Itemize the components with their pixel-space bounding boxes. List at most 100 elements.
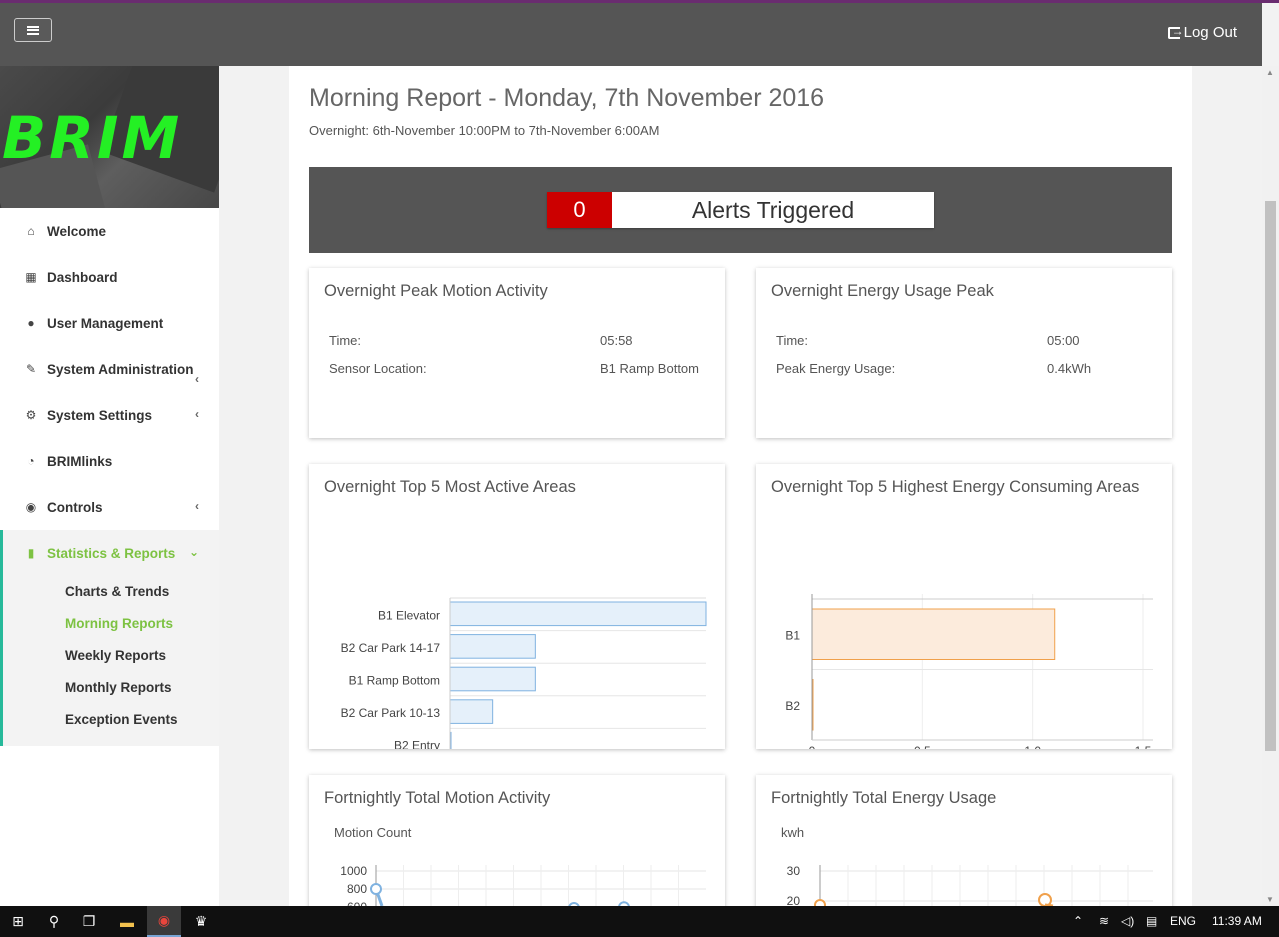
alerts-summary: 0 Alerts Triggered — [547, 192, 934, 228]
sidebar-item-statistics-reports[interactable]: ▮ Statistics & Reports ⌄ — [3, 530, 219, 576]
subnav-item-morning-reports[interactable]: Morning Reports — [3, 608, 219, 640]
time-value: 05:00 — [1047, 333, 1080, 348]
menu-toggle-button[interactable] — [14, 18, 52, 42]
x-tick-label: 0.5 — [914, 744, 931, 749]
y-tick-label: B2 Car Park 14-17 — [341, 641, 441, 655]
sidebar-nav: ⌂ Welcome ▦ Dashboard ● User Management … — [0, 208, 219, 746]
page-title: Morning Report - Monday, 7th November 20… — [309, 84, 825, 112]
bar — [449, 666, 536, 692]
wifi-icon[interactable]: ≋ — [1099, 914, 1109, 928]
bar — [811, 608, 1056, 660]
page-subtitle: Overnight: 6th-November 10:00PM to 7th-N… — [309, 123, 660, 138]
time-value: 05:58 — [600, 333, 633, 348]
sidebar-item-welcome[interactable]: ⌂ Welcome — [0, 208, 219, 254]
sidebar-item-label: Welcome — [47, 223, 107, 239]
subnav-item-monthly-reports[interactable]: Monthly Reports — [3, 672, 219, 704]
data-point — [370, 883, 382, 895]
time-label: Time: — [329, 333, 362, 348]
sidebar: BRIM ⌂ Welcome ▦ Dashboard ● User Manage… — [0, 66, 219, 906]
sidebar-item-label: User Management — [47, 315, 164, 331]
scroll-up-arrow-icon[interactable]: ▲ — [1266, 68, 1274, 77]
sidebar-subnav: Charts & Trends Morning Reports Weekly R… — [3, 576, 219, 746]
peak-energy-card: Overnight Energy Usage Peak Time: 05:00 … — [756, 268, 1172, 438]
peak-energy-label: Peak Energy Usage: — [776, 361, 896, 376]
logout-label: Log Out — [1183, 24, 1237, 41]
sidebar-item-label: System Administration — [47, 361, 194, 377]
sensor-location-label: Sensor Location: — [329, 361, 427, 376]
rss-icon: ◔ — [27, 454, 35, 468]
bar — [449, 601, 707, 627]
users-icon: ● — [27, 316, 35, 330]
file-explorer-icon[interactable]: ▬ — [112, 906, 142, 937]
x-tick-label: 0 — [809, 744, 816, 749]
sidebar-group-statistics: ▮ Statistics & Reports ⌄ Charts & Trends… — [0, 530, 219, 746]
sidebar-item-system-administration[interactable]: ✎ System Administration ‹ — [0, 346, 219, 392]
y-tick-label: 30 — [787, 864, 801, 878]
y-tick-label: B2 Car Park 10-13 — [341, 706, 441, 720]
sidebar-item-brimlinks[interactable]: ◔ BRIMlinks — [0, 438, 219, 484]
subnav-item-weekly-reports[interactable]: Weekly Reports — [3, 640, 219, 672]
y-tick-label: B2 Entry — [394, 739, 440, 749]
sidebar-item-dashboard[interactable]: ▦ Dashboard — [0, 254, 219, 300]
y-tick-label: B2 — [785, 699, 800, 713]
sidebar-item-label: Statistics & Reports — [47, 545, 176, 561]
card-title: Overnight Peak Motion Activity — [324, 282, 548, 300]
fortnight-motion-chart: Motion Count1000800600 — [334, 825, 706, 906]
bar — [449, 699, 494, 724]
sidebar-item-label: System Settings — [47, 407, 153, 423]
report-panel: Morning Report - Monday, 7th November 20… — [289, 66, 1192, 915]
x-tick-label: 1.0 — [1024, 744, 1041, 749]
active-areas-chart: B1 Elevator B2 Car Park 14-17 B1 Ramp Bott… — [341, 597, 707, 749]
chevron-up-icon[interactable]: ⌃ — [1073, 914, 1083, 928]
energy-areas-card: Overnight Top 5 Highest Energy Consuming… — [756, 464, 1172, 749]
logo-text: BRIM — [2, 104, 183, 172]
gears-icon: ⚙ — [25, 408, 37, 422]
notification-icon[interactable]: ▤ — [1146, 914, 1157, 928]
volume-icon[interactable]: ◁) — [1121, 914, 1134, 928]
y-tick-label: 800 — [347, 882, 367, 896]
bar-chart-icon: ▮ — [27, 546, 35, 560]
alerts-label: Alerts Triggered — [691, 196, 855, 223]
chevron-left-icon: ‹ — [195, 407, 199, 421]
y-axis-label: Motion Count — [334, 825, 412, 840]
fortnight-energy-chart: kwh 30 20 — [781, 825, 1153, 906]
fortnight-motion-card: Fortnightly Total Motion Activity Motion… — [309, 775, 725, 915]
brand-logo: BRIM — [0, 66, 219, 208]
sidebar-item-controls[interactable]: ◉ Controls ‹ — [0, 484, 219, 530]
language-indicator[interactable]: ENG — [1170, 914, 1196, 928]
bar — [449, 634, 536, 659]
energy-areas-chart: 00.51.01.5B1B2kwh — [785, 594, 1153, 749]
alerts-count-badge: 0 — [547, 192, 612, 228]
chevron-left-icon: ‹ — [195, 372, 199, 386]
active-areas-card: Overnight Top 5 Most Active Areas B1 Ele… — [309, 464, 725, 749]
scroll-down-arrow-icon[interactable]: ▼ — [1266, 895, 1274, 904]
home-icon: ⌂ — [27, 224, 35, 238]
sidebar-item-label: Dashboard — [47, 269, 118, 285]
sensor-location-value: B1 Ramp Bottom — [600, 361, 699, 376]
y-axis-label: kwh — [781, 825, 804, 840]
windows-start-icon[interactable]: ⊞ — [8, 906, 28, 937]
subnav-item-exception-events[interactable]: Exception Events — [3, 704, 219, 736]
peak-motion-card: Overnight Peak Motion Activity Time: 05:… — [309, 268, 725, 438]
app-crown-icon[interactable]: ♛ — [186, 906, 216, 937]
windows-taskbar: ⊞ ⚲ ❐ ▬ ◉ ♛ ⌃ ≋ ◁) ▤ ENG 11:39 AM — [0, 906, 1279, 937]
page-scrollbar[interactable]: ▲ ▼ — [1262, 66, 1279, 906]
hamburger-icon — [27, 25, 39, 35]
sidebar-item-label: Controls — [47, 499, 103, 515]
chrome-icon[interactable]: ◉ — [147, 906, 181, 937]
y-tick-label: B1 Ramp Bottom — [349, 674, 440, 688]
sidebar-item-system-settings[interactable]: ⚙ System Settings ‹ — [0, 392, 219, 438]
sign-out-icon — [1167, 24, 1184, 39]
time-label: Time: — [776, 333, 809, 348]
alerts-band: 0 Alerts Triggered — [309, 167, 1172, 253]
logout-button[interactable]: Log Out — [1167, 24, 1237, 41]
scroll-thumb[interactable] — [1265, 201, 1276, 751]
x-tick-label: 1.5 — [1135, 744, 1152, 749]
dashboard-icon: ▦ — [25, 270, 37, 284]
search-icon[interactable]: ⚲ — [44, 906, 64, 937]
sidebar-item-user-management[interactable]: ● User Management — [0, 300, 219, 346]
tachometer-icon: ◉ — [25, 500, 37, 514]
clock[interactable]: 11:39 AM — [1212, 914, 1262, 928]
task-view-icon[interactable]: ❐ — [79, 906, 99, 937]
subnav-item-charts-trends[interactable]: Charts & Trends — [3, 576, 219, 608]
